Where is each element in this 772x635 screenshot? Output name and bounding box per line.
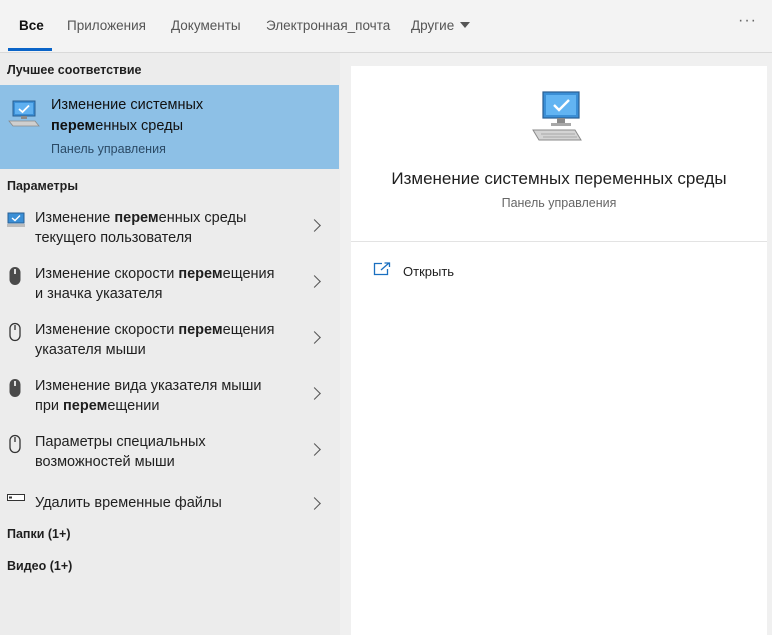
computer-icon xyxy=(532,91,582,141)
search-tabs-bar: Все Приложения Документы Электронная_поч… xyxy=(0,0,772,53)
open-external-icon xyxy=(373,262,391,276)
chevron-right-icon xyxy=(308,497,321,510)
best-match-heading: Лучшее соответствие xyxy=(7,63,142,77)
monitor-icon xyxy=(7,212,25,227)
open-label: Открыть xyxy=(403,264,455,279)
tab-other-label: Другие xyxy=(411,18,455,33)
chevron-down-icon xyxy=(460,22,471,29)
mouse-filled-icon xyxy=(9,379,21,397)
chevron-right-icon xyxy=(308,387,321,400)
tab-other[interactable]: Другие xyxy=(411,17,471,35)
list-item-line1: Изменение переменных среды xyxy=(35,210,247,226)
detail-title: Изменение системных переменных среды xyxy=(391,169,727,188)
settings-item-pointer-speed-icon[interactable]: Изменение скорости перемещения и значка … xyxy=(0,261,339,317)
list-item-line2: возможностей мыши xyxy=(35,454,175,470)
list-item-line2: и значка указателя xyxy=(35,286,163,302)
list-item-line1: Параметры специальных xyxy=(35,434,206,450)
tab-email[interactable]: Электронная_почта xyxy=(266,17,390,35)
best-match-item[interactable]: Изменение системных переменных среды Пан… xyxy=(0,85,339,169)
best-match-subtitle: Панель управления xyxy=(51,142,166,156)
list-item-line1: Изменение вида указателя мыши xyxy=(35,378,262,394)
list-item-line2: текущего пользователя xyxy=(35,230,193,246)
settings-item-pointer-speed-mouse[interactable]: Изменение скорости перемещения указателя… xyxy=(0,317,339,373)
active-tab-indicator xyxy=(8,48,52,51)
chevron-right-icon xyxy=(308,275,321,288)
settings-item-delete-temp-files[interactable]: Удалить временные файлы xyxy=(0,485,339,517)
computer-icon xyxy=(8,100,40,127)
tab-all[interactable]: Все xyxy=(19,17,44,35)
list-item-line1: Изменение скорости перемещения xyxy=(35,266,275,282)
folders-heading[interactable]: Папки (1+) xyxy=(7,527,70,541)
list-item-line1: Удалить временные файлы xyxy=(35,495,222,511)
chevron-right-icon xyxy=(308,443,321,456)
detail-subtitle: Панель управления xyxy=(501,196,617,210)
mouse-filled-icon xyxy=(9,267,21,285)
best-match-title-line2: переменных среды xyxy=(51,118,184,134)
settings-item-user-env-vars[interactable]: Изменение переменных среды текущего поль… xyxy=(0,205,339,261)
detail-pane: Изменение системных переменных среды Пан… xyxy=(351,66,767,635)
more-options-button[interactable]: ··· xyxy=(738,12,757,30)
detail-divider xyxy=(351,241,767,242)
mouse-outline-icon xyxy=(9,434,21,454)
mouse-outline-icon xyxy=(9,322,21,342)
settings-item-mouse-accessibility[interactable]: Параметры специальных возможностей мыши xyxy=(0,429,339,485)
list-item-line2: при перемещении xyxy=(35,398,160,414)
video-heading[interactable]: Видео (1+) xyxy=(7,559,72,573)
chevron-right-icon xyxy=(308,331,321,344)
drive-icon xyxy=(7,494,25,501)
settings-item-pointer-look[interactable]: Изменение вида указателя мыши при переме… xyxy=(0,373,339,429)
list-item-line2: указателя мыши xyxy=(35,342,146,358)
tab-documents[interactable]: Документы xyxy=(171,17,241,35)
settings-heading: Параметры xyxy=(7,179,78,193)
best-match-title-line1: Изменение системных xyxy=(51,97,204,113)
list-item-line1: Изменение скорости перемещения xyxy=(35,322,275,338)
chevron-right-icon xyxy=(308,219,321,232)
tab-apps[interactable]: Приложения xyxy=(67,17,146,35)
